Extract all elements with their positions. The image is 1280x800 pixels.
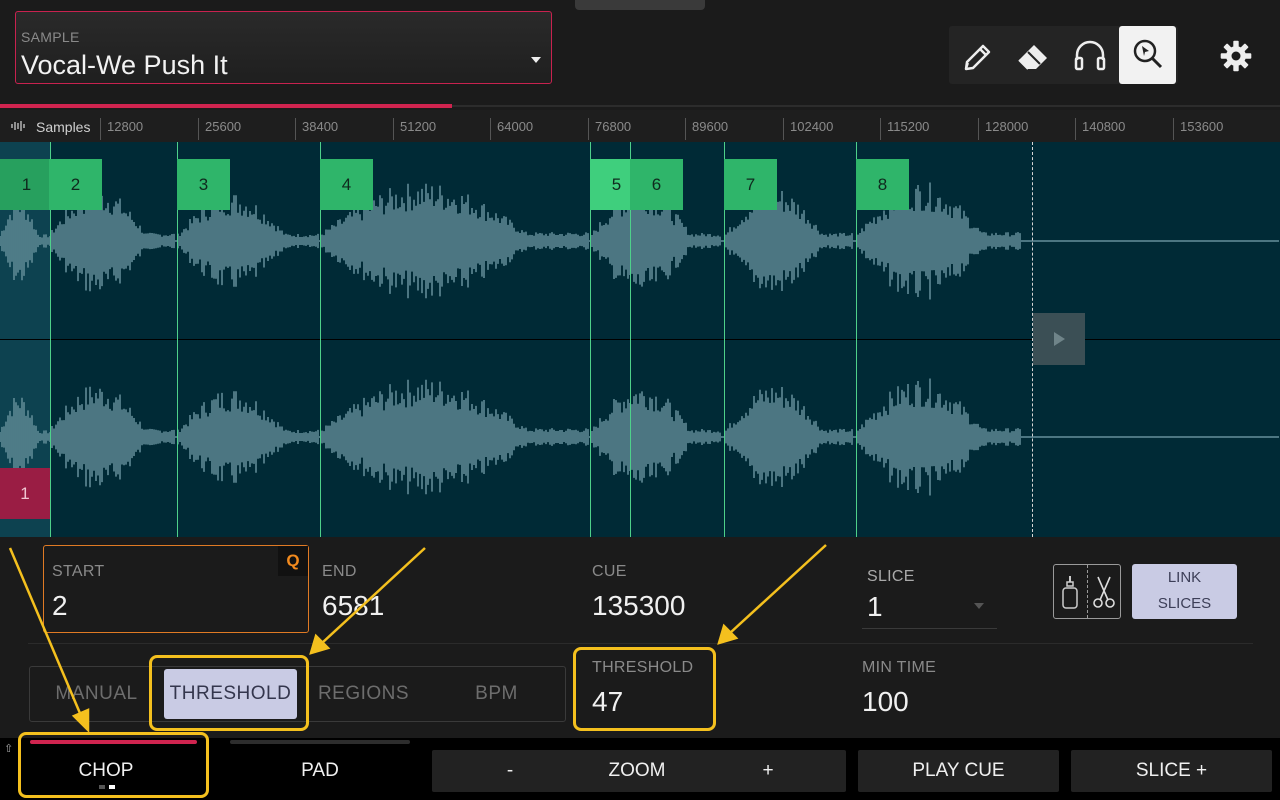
tab-pad[interactable]: PAD [230, 750, 410, 792]
mode-regions-button[interactable]: REGIONS [297, 666, 430, 722]
pencil-tool-button[interactable] [949, 26, 1006, 84]
channel-divider [0, 339, 1280, 340]
highlight-threshold-value [573, 647, 716, 731]
cue-label: CUE [592, 563, 627, 580]
top-pull-tab[interactable] [575, 0, 705, 10]
ruler-tick: 38400 [295, 118, 338, 140]
slice-selector[interactable]: 1 [867, 591, 883, 623]
link-slices-label-1: LINK [1167, 569, 1202, 586]
cue-value[interactable]: 135300 [592, 590, 685, 622]
end-value[interactable]: 6581 [322, 590, 384, 622]
zoom-in-button[interactable]: + [738, 750, 798, 792]
ruler-tick: 128000 [978, 118, 1028, 140]
ruler-tick: 76800 [588, 118, 631, 140]
slice-selector-underline [862, 628, 997, 629]
shift-arrow-icon: ⇧ [4, 743, 14, 755]
slice-tag[interactable]: 8 [856, 159, 909, 210]
end-label: END [322, 563, 357, 580]
start-value: 2 [52, 590, 68, 621]
waveform-icon [11, 121, 25, 131]
add-slice-button[interactable]: SLICE + [1071, 750, 1272, 792]
pencil-icon [964, 44, 990, 71]
headphones-icon [1074, 40, 1105, 71]
zoom-cursor-icon [1133, 39, 1162, 69]
highlight-threshold-mode [149, 655, 309, 731]
settings-button[interactable] [1212, 32, 1260, 80]
ruler-tick: 89600 [685, 118, 728, 140]
scissors-icon [1088, 565, 1121, 618]
quantize-badge[interactable]: Q [278, 546, 308, 576]
start-label: START [52, 563, 105, 580]
sample-overview-position [0, 104, 452, 108]
play-cue-button[interactable]: PLAY CUE [858, 750, 1059, 792]
slice-tag[interactable]: 7 [724, 159, 777, 210]
sample-label: SAMPLE [21, 29, 80, 45]
link-slices-button[interactable]: LINK SLICES [1132, 564, 1237, 619]
start-field[interactable] [43, 545, 309, 633]
zoom-select-tool-button[interactable] [1119, 26, 1176, 84]
chop-screen: SAMPLE Vocal-We Push It Samples 12800 25… [0, 0, 1280, 800]
highlight-chop-tab [18, 732, 209, 798]
ruler-tick: 25600 [198, 118, 241, 140]
mode-manual-button[interactable]: MANUAL [30, 666, 163, 722]
zoom-label: ZOOM [608, 760, 666, 781]
gear-icon [1220, 40, 1252, 72]
waveform-view[interactable]: 1 2 3 4 5 6 7 8 1 [0, 142, 1280, 537]
eraser-icon [1017, 45, 1047, 70]
chevron-down-icon [974, 603, 984, 609]
glue-icon [1054, 565, 1087, 618]
ruler-tick: 140800 [1075, 118, 1125, 140]
slice-tool-toggle[interactable] [1053, 564, 1121, 619]
chevron-down-icon [531, 57, 541, 63]
play-icon [1054, 332, 1065, 346]
audition-tool-button[interactable] [1061, 26, 1118, 84]
slice-label: SLICE [867, 568, 915, 585]
ruler-tick: 51200 [393, 118, 436, 140]
ruler-tick: 64000 [490, 118, 533, 140]
ruler-tick: 153600 [1173, 118, 1223, 140]
zoom-out-button[interactable]: - [480, 750, 540, 792]
ruler-unit: Samples [36, 119, 91, 135]
time-ruler[interactable]: Samples 12800 25600 38400 51200 64000 76… [0, 110, 1280, 142]
section-divider [28, 643, 1253, 644]
link-slices-label-2: SLICES [1157, 595, 1212, 612]
slice-tag[interactable]: 6 [630, 159, 683, 210]
play-cue-marker-button[interactable] [1033, 313, 1085, 365]
min-time-label: MIN TIME [862, 659, 937, 676]
min-time-value[interactable]: 100 [862, 686, 909, 718]
ruler-tick: 102400 [783, 118, 833, 140]
slice-tag[interactable]: 3 [177, 159, 230, 210]
eraser-tool-button[interactable] [1004, 26, 1061, 84]
sample-selector[interactable]: SAMPLE Vocal-We Push It [15, 11, 552, 84]
slice-tag[interactable]: 4 [320, 159, 373, 210]
pad-assignment-tag[interactable]: 1 [0, 468, 50, 519]
ruler-tick: 115200 [880, 118, 929, 140]
slice-tag[interactable]: 2 [49, 159, 102, 210]
pad-tab-indicator [230, 740, 410, 744]
sample-overview-track [452, 105, 1280, 107]
mode-bpm-button[interactable]: BPM [430, 666, 563, 722]
ruler-tick: 12800 [100, 118, 143, 140]
slice-tag[interactable]: 1 [0, 159, 53, 210]
sample-name: Vocal-We Push It [21, 50, 228, 80]
